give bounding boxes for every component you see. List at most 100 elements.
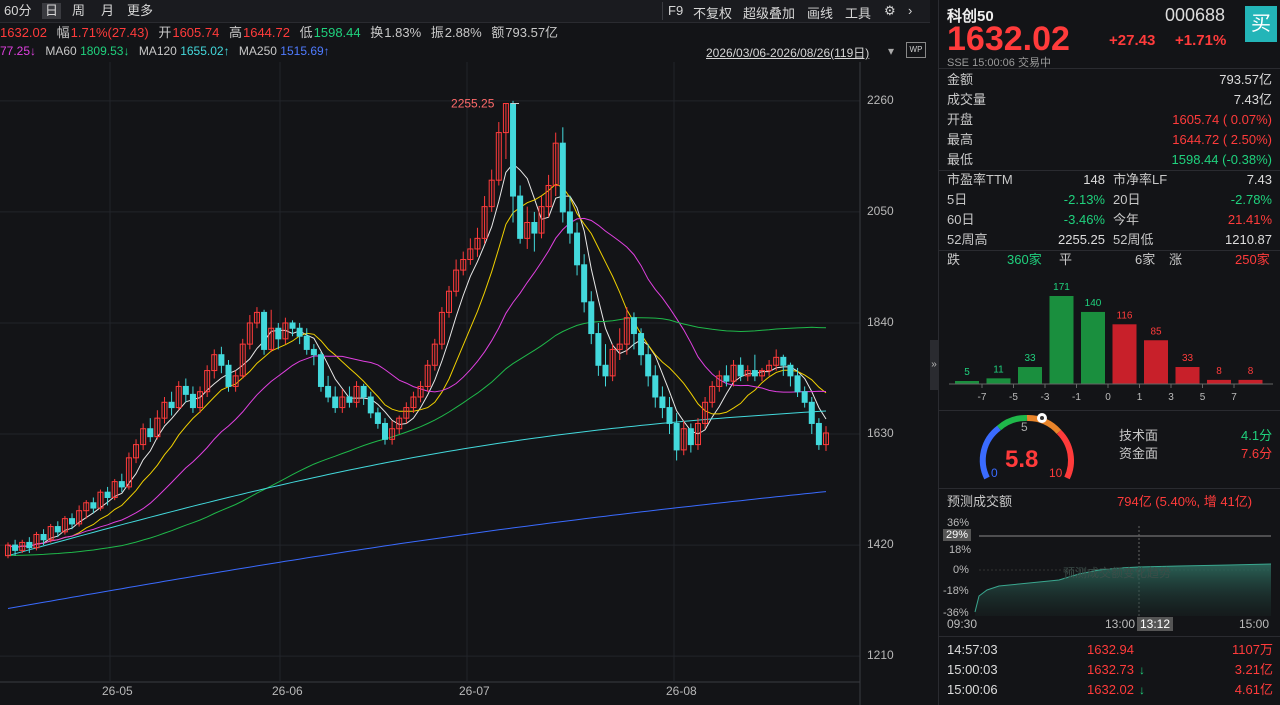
open-label: 开 <box>158 25 172 40</box>
dist-bar <box>1175 367 1200 384</box>
candle-body <box>317 354 324 387</box>
candle-body <box>588 301 595 335</box>
candle-body <box>510 103 517 197</box>
date-range[interactable]: 2026/03/06-2026/08/26(119日) <box>706 44 869 61</box>
dist-axis-label: -3 <box>1041 392 1050 403</box>
stat-value: 793.57亿 <box>1219 72 1272 87</box>
candle-body <box>225 364 232 387</box>
gauge-score: 5.8 <box>1005 446 1039 473</box>
range-dropdown-icon[interactable]: ▾ <box>888 44 894 58</box>
ftick-m18: -18% <box>943 585 969 597</box>
overlay-button[interactable]: 超级叠加 <box>743 3 795 22</box>
tools-button[interactable]: 工具 <box>845 3 871 22</box>
period-day-tab[interactable]: 日 <box>42 3 62 19</box>
change-percent: +1.71% <box>1175 32 1227 49</box>
candle-body <box>652 375 659 398</box>
candle-body <box>801 391 808 403</box>
candle-body <box>54 526 61 533</box>
candle-body <box>595 333 602 366</box>
ftime-close: 15:00 <box>1239 617 1270 631</box>
buy-button[interactable]: 买 <box>1245 6 1277 42</box>
open-value: 1605.74 <box>172 25 220 40</box>
dist-bar-label: 11 <box>993 364 1004 375</box>
panel-toggle-icon[interactable]: » <box>930 340 938 390</box>
candle-body <box>659 396 666 409</box>
forecast-value: 794亿 (5.40%, 增 41亿) <box>1117 494 1253 509</box>
ma-first-value: 77.25↓ <box>0 44 37 58</box>
candle-body <box>360 385 367 398</box>
dist-axis-label: -5 <box>1009 392 1018 403</box>
gauge-min: 0 <box>991 466 998 480</box>
dist-bar <box>1018 367 1042 384</box>
turnover-label: 换 <box>370 25 384 40</box>
grid-label: 市净率LF <box>1113 172 1168 187</box>
x-tick-label: 26-06 <box>272 684 303 698</box>
up-label: 涨 <box>1169 252 1183 267</box>
stat-row: 最低 1598.44 (-0.38%) <box>947 150 1272 170</box>
trade-arrow-icon: ↓ <box>1139 683 1145 697</box>
candle-body <box>638 333 645 356</box>
candle-body <box>367 396 374 414</box>
candle-body <box>12 544 19 551</box>
tech-score: 4.1分 <box>1241 428 1273 443</box>
dist-bar <box>1144 340 1168 384</box>
trade-price: 1632.02 <box>1087 682 1134 697</box>
candle-body <box>90 502 97 509</box>
dist-bar <box>1238 379 1263 384</box>
y-tick-label: 2260 <box>867 92 894 107</box>
stat-value: 7.43亿 <box>1233 92 1272 107</box>
ftick-18: 18% <box>949 544 972 556</box>
dist-bar-label: 171 <box>1053 282 1070 293</box>
settings-gear-icon[interactable]: ⚙ <box>884 3 896 19</box>
stat-row: 金额 793.57亿 <box>947 70 1272 90</box>
period-60min-tab[interactable]: 60分 <box>4 3 31 19</box>
collapse-arrow-icon[interactable]: › <box>908 3 912 18</box>
f9-button[interactable]: F9 <box>668 3 683 18</box>
grid-label: 5日 <box>947 192 968 207</box>
candlestick-chart[interactable]: 2255.25 <box>0 62 930 705</box>
ma250-value: 1515.69↑ <box>280 44 330 58</box>
period-month-tab[interactable]: 月 <box>101 3 114 19</box>
trade-volume: 3.21亿 <box>1234 662 1273 677</box>
ma120-label: MA120 <box>138 44 177 58</box>
candle-body <box>332 396 339 409</box>
grid-value: -2.78% <box>1230 192 1272 207</box>
ma60-value: 1809.53↓ <box>80 44 130 58</box>
stat-label: 最高 <box>947 132 974 147</box>
flat-label: 平 <box>1059 252 1073 267</box>
draw-line-button[interactable]: 画线 <box>807 3 833 22</box>
no-adjust-button[interactable]: 不复权 <box>693 3 732 22</box>
dist-bar-label: 33 <box>1182 353 1194 364</box>
ftick-0: 0% <box>953 564 969 576</box>
candle-body <box>581 264 588 303</box>
period-week-tab[interactable]: 周 <box>72 3 85 19</box>
stat-value: 1605.74 ( 0.07%) <box>1172 112 1272 127</box>
stat-label: 开盘 <box>947 112 974 127</box>
dist-axis-label: 3 <box>1168 392 1174 403</box>
grid-label: 20日 <box>1113 192 1141 207</box>
ma-legend-bar: 77.25↓ MA60 1809.53↓ MA120 1655.02↑ MA25… <box>0 42 930 62</box>
dist-axis-label: 5 <box>1200 392 1206 403</box>
wp-toggle-icon[interactable]: WP <box>906 42 926 58</box>
grid-value: 1210.87 <box>1225 232 1272 247</box>
stat-label: 成交量 <box>947 92 987 107</box>
amount-value: 793.57亿 <box>505 25 559 40</box>
dist-bar-label: 8 <box>1248 366 1254 377</box>
candle-body <box>296 327 303 337</box>
candle-body <box>289 322 296 329</box>
high-annotation: 2255.25 <box>451 97 495 111</box>
dist-axis-label: -1 <box>1072 392 1081 403</box>
candle-body <box>147 428 154 438</box>
turnover-value: 1.83% <box>384 25 422 40</box>
more-periods-button[interactable]: 更多 <box>127 3 153 19</box>
forecast-watermark: 预测成交额变化趋势 <box>1063 566 1172 580</box>
x-tick-label: 26-05 <box>102 684 133 698</box>
grid-label: 60日 <box>947 212 975 227</box>
candle-body <box>673 422 680 451</box>
ma10-line <box>7 183 827 549</box>
candle-body <box>666 407 673 424</box>
candle-body <box>531 221 538 234</box>
candle-body <box>751 370 758 377</box>
flat-count: 6家 <box>1135 252 1156 267</box>
candle-body <box>168 401 175 409</box>
